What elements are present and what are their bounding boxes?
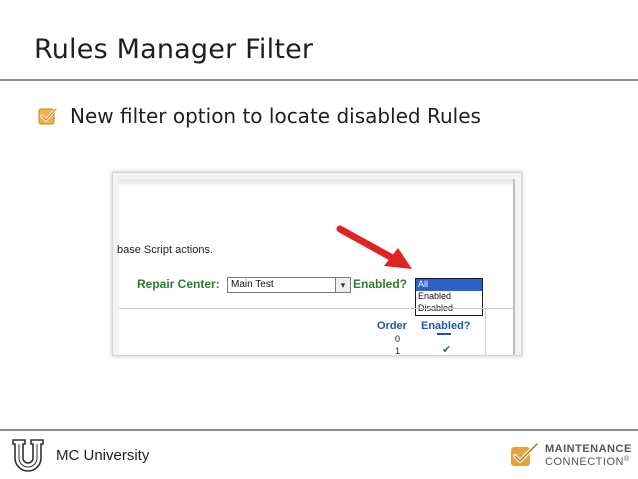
repair-center-select[interactable]: Main Test ▾ [227,277,351,293]
column-header-enabled[interactable]: Enabled? [421,320,471,332]
university-u-logo [12,439,44,472]
footer-org-name: MC University [56,447,150,464]
check-icon: ✔ [442,344,452,356]
maintenance-connection-logo [511,442,539,466]
dropdown-option-all[interactable]: All [416,279,482,291]
enabled-dash [437,333,451,335]
bullet-text: New filter option to locate disabled Rul… [70,104,481,128]
embedded-screenshot: base Script actions. Repair Center: Main… [112,172,522,356]
order-cell: 1 [395,346,401,356]
screenshot-panel: base Script actions. Repair Center: Main… [117,179,515,356]
dropdown-option-enabled[interactable]: Enabled [416,291,482,303]
brand-line-2: CONNECTION® [545,456,630,468]
column-header-order[interactable]: Order [377,320,407,332]
dropdown-option-disabled[interactable]: Disabled [416,303,482,315]
enabled-filter-dropdown[interactable]: All Enabled Disabled [415,278,483,316]
bullet-item: New filter option to locate disabled Rul… [38,104,481,128]
footer-divider [0,429,638,431]
repair-center-value: Main Test [231,279,274,290]
repair-center-label: Repair Center: [137,277,220,291]
slide-title: Rules Manager Filter [34,34,314,65]
checkbox-checked-icon [38,107,58,125]
brand-line-1: MAINTENANCE [545,443,632,455]
title-divider [0,79,638,81]
order-cell: 0 [395,334,401,344]
table-divider [119,308,513,309]
script-actions-text: base Script actions. [117,244,213,256]
enabled-filter-label: Enabled? [353,277,408,291]
chevron-down-icon[interactable]: ▾ [335,278,350,292]
